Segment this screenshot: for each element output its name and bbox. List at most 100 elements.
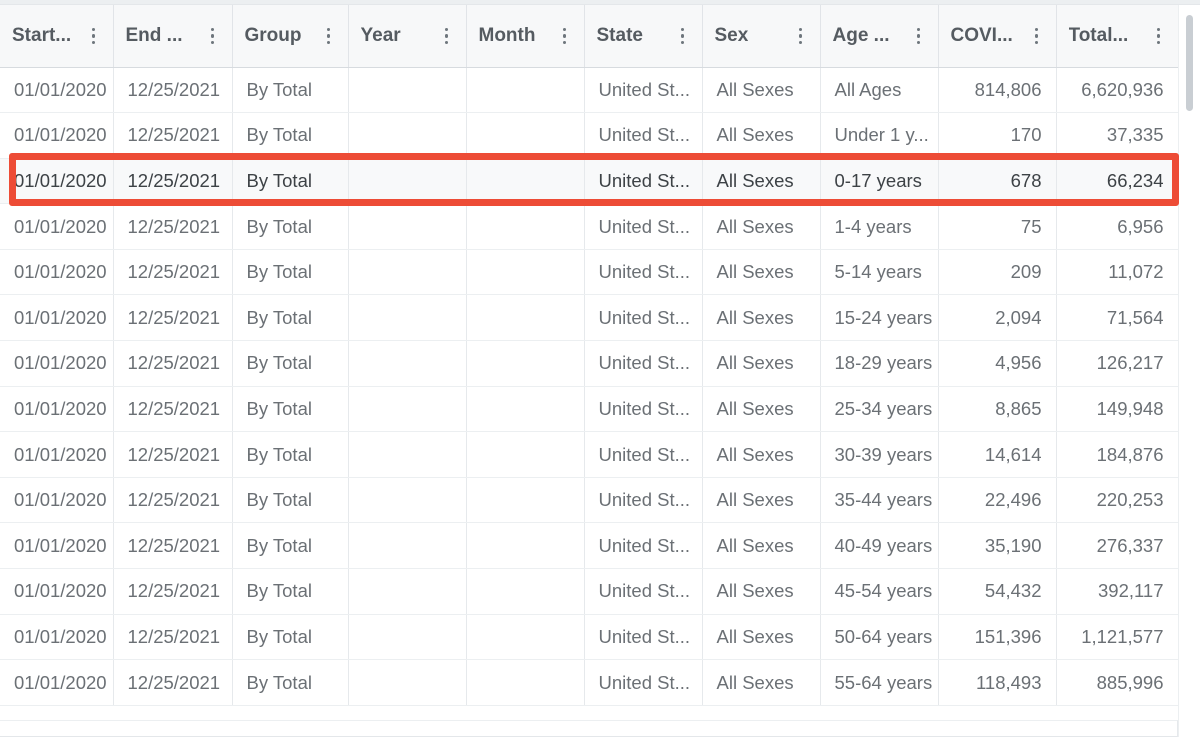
cell-end-date: 12/25/2021	[113, 522, 233, 570]
cell-month	[466, 340, 585, 387]
cell-group: By Total	[232, 431, 349, 478]
cell-start-date: 01/01/2020	[0, 249, 114, 296]
data-grid-page: Start... End ... Group Year Month State Sex Age…	[0, 0, 1200, 737]
table-row[interactable]: 01/01/2020 12/25/2021 By Total United St...…	[0, 614, 1179, 661]
cell-month	[466, 431, 585, 478]
cell-month	[466, 477, 585, 524]
cell-state: United St...	[584, 431, 703, 478]
cell-group: By Total	[232, 614, 349, 661]
cell-end-date: 12/25/2021	[113, 568, 233, 615]
column-header-group[interactable]: Group	[232, 5, 349, 68]
cell-year	[348, 294, 467, 342]
table-row[interactable]: 01/01/2020 12/25/2021 By Total United St...…	[0, 158, 1179, 205]
cell-total-deaths: 37,335	[1056, 112, 1179, 159]
table-row[interactable]: 01/01/2020 12/25/2021 By Total United St...…	[0, 340, 1179, 387]
cell-covid-deaths: 54,432	[938, 568, 1057, 615]
column-header-year[interactable]: Year	[348, 5, 467, 68]
cell-month	[466, 614, 585, 661]
cell-sex: All Sexes	[702, 614, 821, 661]
kebab-menu-icon[interactable]	[206, 25, 220, 47]
cell-end-date: 12/25/2021	[113, 203, 233, 250]
cell-age-group: 50-64 years	[820, 614, 939, 661]
cell-month	[466, 659, 585, 706]
cell-state: United St...	[584, 158, 703, 205]
cell-year	[348, 340, 467, 387]
table-row[interactable]: 01/01/2020 12/25/2021 By Total United St...…	[0, 112, 1179, 159]
column-header-state[interactable]: State	[584, 5, 703, 68]
kebab-menu-icon[interactable]	[440, 25, 454, 47]
cell-covid-deaths: 209	[938, 249, 1057, 296]
column-header-age-group[interactable]: Age ...	[820, 5, 939, 68]
column-header-label: State	[596, 24, 643, 46]
table-row[interactable]: 01/01/2020 12/25/2021 By Total United St...…	[0, 568, 1179, 615]
kebab-menu-icon[interactable]	[1030, 25, 1044, 47]
cell-total-deaths: 184,876	[1056, 431, 1179, 478]
table-row[interactable]: 01/01/2020 12/25/2021 By Total United St...…	[0, 249, 1179, 296]
kebab-menu-icon[interactable]	[912, 25, 926, 47]
cell-sex: All Sexes	[702, 249, 821, 296]
cell-start-date: 01/01/2020	[0, 294, 114, 342]
cell-group: By Total	[232, 522, 349, 570]
cell-age-group: 35-44 years	[820, 477, 939, 524]
kebab-menu-icon[interactable]	[87, 25, 101, 47]
cell-year	[348, 158, 467, 205]
cell-month	[466, 568, 585, 615]
cell-group: By Total	[232, 112, 349, 159]
cell-year	[348, 477, 467, 524]
cell-month	[466, 294, 585, 342]
kebab-menu-icon[interactable]	[322, 25, 336, 47]
column-header-label: Sex	[714, 24, 749, 46]
column-header-month[interactable]: Month	[466, 5, 585, 68]
column-header-start-date[interactable]: Start...	[0, 5, 114, 68]
cell-month	[466, 67, 585, 114]
column-header-end-date[interactable]: End ...	[113, 5, 233, 68]
column-header-covid-19-deaths[interactable]: COVI...	[938, 5, 1057, 68]
table-row[interactable]: 01/01/2020 12/25/2021 By Total United St...…	[0, 203, 1179, 250]
vertical-scrollbar-thumb[interactable]	[1186, 15, 1193, 111]
column-header-label: Total...	[1068, 24, 1129, 46]
vertical-scrollbar[interactable]	[1178, 5, 1200, 737]
column-header-total-deaths[interactable]: Total...	[1056, 5, 1179, 68]
cell-sex: All Sexes	[702, 431, 821, 478]
table-row[interactable]: 01/01/2020 12/25/2021 By Total United St...…	[0, 477, 1179, 524]
cell-group: By Total	[232, 294, 349, 342]
kebab-menu-icon[interactable]	[1152, 25, 1166, 47]
table-row[interactable]: 01/01/2020 12/25/2021 By Total United St...…	[0, 386, 1179, 433]
cell-age-group: 30-39 years	[820, 431, 939, 478]
column-header-label: Age ...	[832, 24, 890, 46]
cell-year	[348, 203, 467, 250]
table-row[interactable]: 01/01/2020 12/25/2021 By Total United St...…	[0, 659, 1179, 706]
table-row[interactable]: 01/01/2020 12/25/2021 By Total United St...…	[0, 522, 1179, 570]
cell-year	[348, 522, 467, 570]
cell-age-group: Under 1 y...	[820, 112, 939, 159]
cell-end-date: 12/25/2021	[113, 294, 233, 342]
cell-start-date: 01/01/2020	[0, 431, 114, 478]
cell-total-deaths: 1,121,577	[1056, 614, 1179, 661]
table-row[interactable]: 01/01/2020 12/25/2021 By Total United St...…	[0, 431, 1179, 478]
cell-state: United St...	[584, 659, 703, 706]
kebab-menu-icon[interactable]	[676, 25, 690, 47]
table-body: 01/01/2020 12/25/2021 By Total United St...…	[0, 67, 1179, 706]
cell-year	[348, 112, 467, 159]
cell-state: United St...	[584, 477, 703, 524]
cell-age-group: 55-64 years	[820, 659, 939, 706]
table-row[interactable]: 01/01/2020 12/25/2021 By Total United St...…	[0, 294, 1179, 342]
cell-end-date: 12/25/2021	[113, 614, 233, 661]
table-bottom-filler	[0, 720, 1178, 737]
cell-start-date: 01/01/2020	[0, 386, 114, 433]
kebab-menu-icon[interactable]	[558, 25, 572, 47]
kebab-menu-icon[interactable]	[794, 25, 808, 47]
cell-total-deaths: 11,072	[1056, 249, 1179, 296]
column-header-sex[interactable]: Sex	[702, 5, 821, 68]
data-grid-scroll-container[interactable]: Start... End ... Group Year Month State Sex Age…	[0, 5, 1200, 737]
cell-age-group: 18-29 years	[820, 340, 939, 387]
cell-year	[348, 386, 467, 433]
cell-sex: All Sexes	[702, 294, 821, 342]
cell-end-date: 12/25/2021	[113, 386, 233, 433]
cell-state: United St...	[584, 614, 703, 661]
table-row[interactable]: 01/01/2020 12/25/2021 By Total United St...…	[0, 67, 1179, 114]
cell-age-group: 5-14 years	[820, 249, 939, 296]
cell-end-date: 12/25/2021	[113, 112, 233, 159]
cell-state: United St...	[584, 386, 703, 433]
cell-state: United St...	[584, 340, 703, 387]
